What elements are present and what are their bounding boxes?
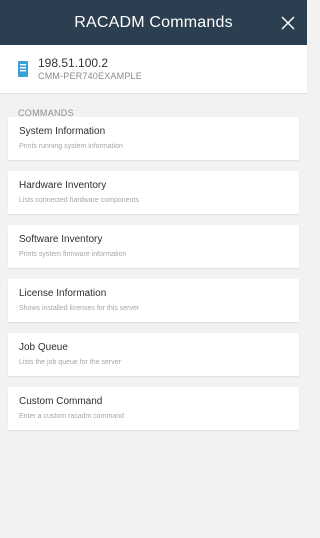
command-title: Software Inventory xyxy=(19,234,103,245)
command-description: Lists the job queue for the server xyxy=(19,359,121,366)
command-description: Shows installed licenses for this server xyxy=(19,305,140,312)
command-title: Job Queue xyxy=(19,342,68,353)
host-ip: 198.51.100.2 xyxy=(38,56,109,70)
command-title: Hardware Inventory xyxy=(19,180,107,191)
commands-section-header: COMMANDS xyxy=(18,108,74,118)
header-bar: RACADM Commands xyxy=(0,0,307,45)
command-item-license-information[interactable]: License Information Shows installed lice… xyxy=(8,279,299,322)
close-icon[interactable] xyxy=(279,14,297,32)
command-item-software-inventory[interactable]: Software Inventory Prints system firmwar… xyxy=(8,225,299,268)
command-title: License Information xyxy=(19,288,107,299)
racadm-commands-screen: RACADM Commands 198.51.100.2 CMM-PER740E… xyxy=(0,0,307,538)
command-title: System Information xyxy=(19,126,106,137)
command-item-job-queue[interactable]: Job Queue Lists the job queue for the se… xyxy=(8,333,299,376)
server-icon xyxy=(18,61,28,77)
command-description: Prints running system information xyxy=(19,143,123,150)
command-description: Lists connected hardware components xyxy=(19,197,139,204)
page-title: RACADM Commands xyxy=(74,13,233,31)
command-item-system-information[interactable]: System Information Prints running system… xyxy=(8,117,299,160)
command-item-custom-command[interactable]: Custom Command Enter a custom racadm com… xyxy=(8,387,299,430)
command-description: Prints system firmware information xyxy=(19,251,127,258)
command-item-hardware-inventory[interactable]: Hardware Inventory Lists connected hardw… xyxy=(8,171,299,214)
host-name: CMM-PER740EXAMPLE xyxy=(38,71,142,81)
host-info: 198.51.100.2 CMM-PER740EXAMPLE xyxy=(0,45,307,94)
command-title: Custom Command xyxy=(19,396,103,407)
commands-list: System Information Prints running system… xyxy=(0,117,307,430)
command-description: Enter a custom racadm command xyxy=(19,413,125,420)
